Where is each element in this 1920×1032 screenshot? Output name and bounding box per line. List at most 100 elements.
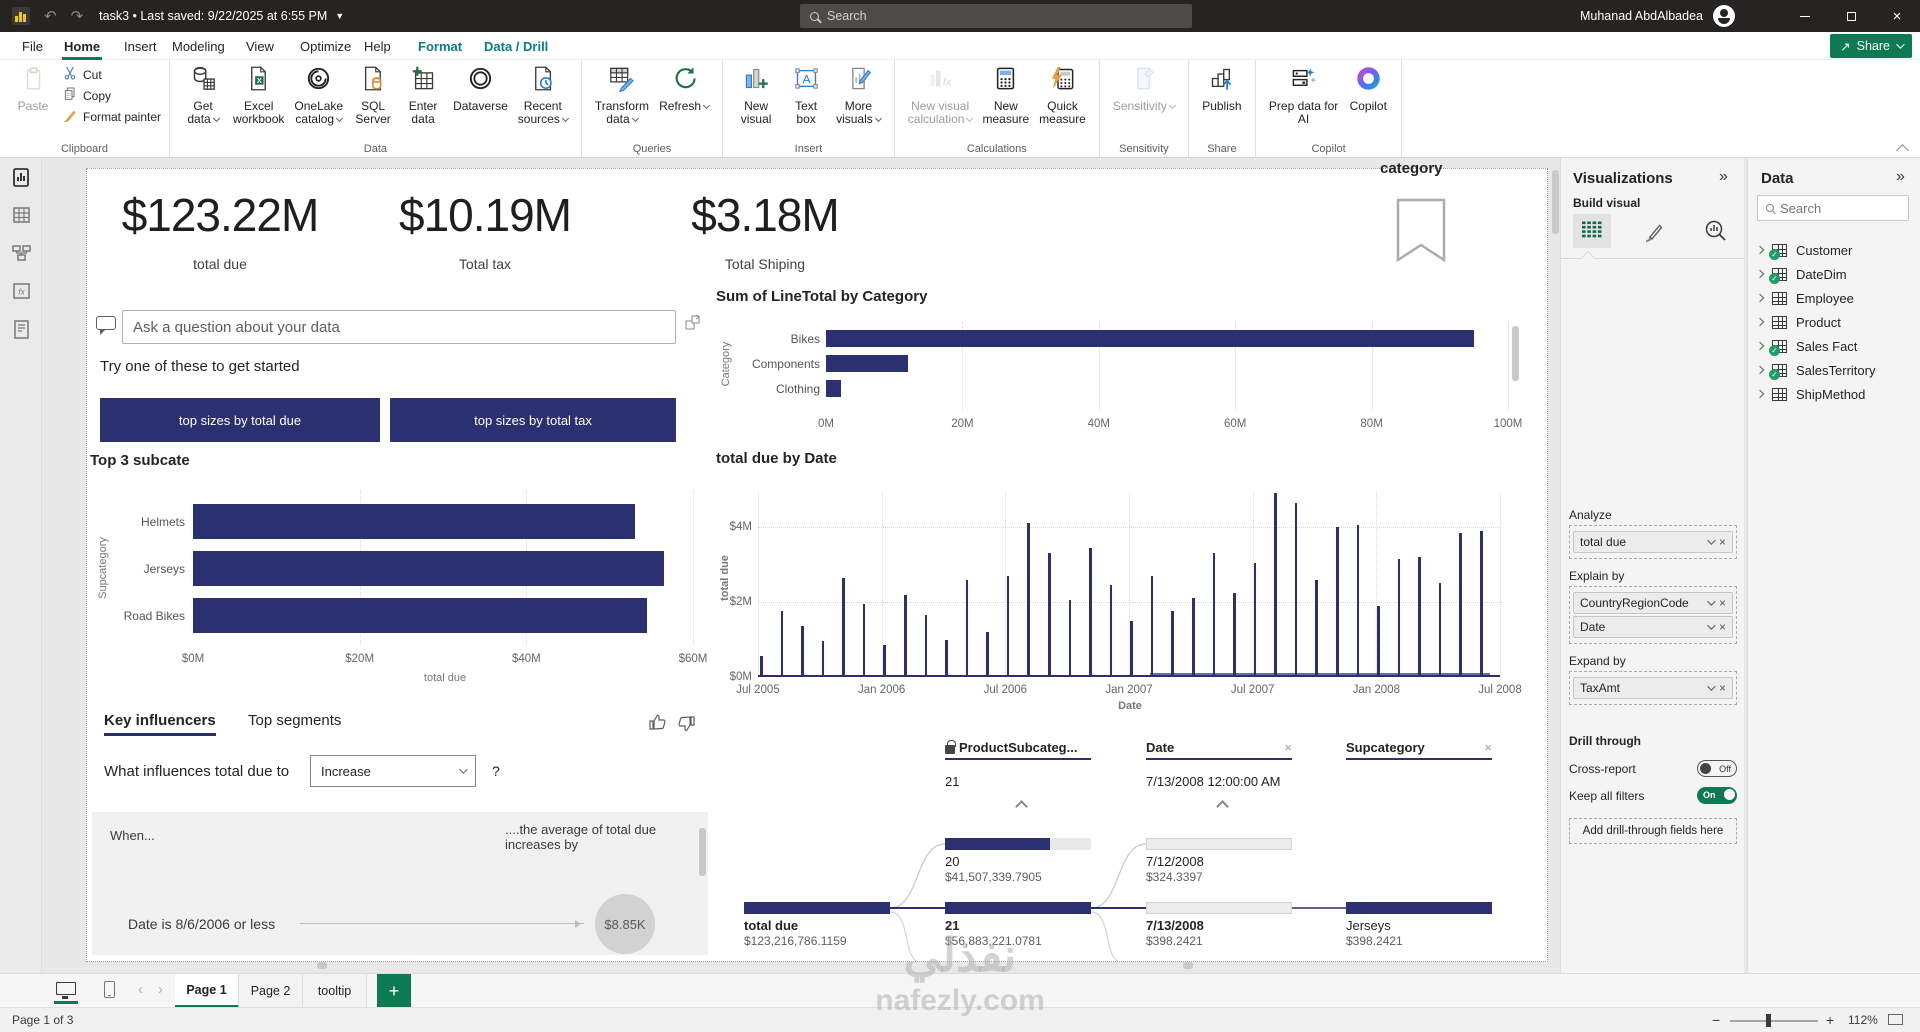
more-visuals-button[interactable]: More visuals [832,64,885,128]
spike[interactable] [1315,579,1318,677]
ribbon-tab-file[interactable]: File [20,32,45,60]
ki-influence-bubble[interactable]: $8.85K [595,894,655,954]
spike[interactable] [1006,575,1010,677]
new-measure-button[interactable]: New measure [978,64,1033,128]
copilot-button[interactable]: Copilot [1344,64,1392,115]
ribbon-tab-format[interactable]: Format [416,32,464,60]
avatar[interactable] [1713,5,1735,27]
expand-table-icon[interactable] [1755,317,1765,327]
recent-sources-button[interactable]: Recent sources [514,64,572,128]
qna-suggestion-button[interactable]: top sizes by total due [100,398,380,442]
data-table-product[interactable]: Product [1755,312,1841,332]
mobile-layout-icon[interactable] [104,981,115,998]
dataverse-button[interactable]: Dataverse [449,64,512,115]
bar-helmets[interactable] [193,504,635,539]
zoom-slider[interactable] [1730,1020,1818,1022]
publish-button[interactable]: Publish [1198,64,1246,115]
spike[interactable] [883,645,886,677]
zoom-slider-handle[interactable] [1766,1014,1771,1027]
field-pill-date[interactable]: Date × [1573,616,1733,638]
zoom-out-icon[interactable]: − [1712,1012,1720,1028]
ribbon-tab-insert[interactable]: Insert [122,32,159,60]
spike[interactable] [1397,558,1401,677]
sql-server-button[interactable]: SQL Server [349,64,397,128]
spike[interactable] [1418,557,1421,677]
bookmark-shape[interactable] [1396,198,1446,267]
remove-column-icon[interactable]: × [1484,740,1492,755]
spike[interactable] [1089,547,1092,677]
bar-components[interactable] [826,355,908,372]
tab-key-influencers[interactable]: Key influencers [104,712,216,736]
thumbs-down-icon[interactable] [676,714,696,739]
account[interactable]: Muhanad AbdAlbadea [1580,0,1735,32]
share-button[interactable]: ↗ Share [1830,34,1912,58]
excel-workbook-button[interactable]: X Excel workbook [229,64,288,128]
dt-node-bar[interactable] [945,838,1091,850]
field-pill-taxamt[interactable]: TaxAmt × [1573,677,1733,699]
spike[interactable] [1130,620,1133,677]
spike[interactable] [1233,592,1236,677]
dt-node-bar[interactable] [1346,902,1492,914]
pill-dropdown-icon[interactable] [1707,682,1716,691]
prev-page-icon[interactable]: ‹ [138,981,143,998]
data-table-datedim[interactable]: ✓ DateDim [1755,264,1847,284]
transform-data-button[interactable]: Transform data [591,64,653,128]
data-search[interactable] [1757,195,1909,221]
spike[interactable] [1109,585,1113,677]
ribbon-tab-data-drill[interactable]: Data / Drill [482,32,550,60]
dt-node-label[interactable]: Jerseys [1346,918,1391,933]
dt-node-bar[interactable] [945,902,1091,914]
data-table-salesterritory[interactable]: ✓ SalesTerritory [1755,360,1875,380]
spike[interactable] [1356,525,1360,677]
copy-button[interactable]: Copy [62,85,161,106]
dt-node-label[interactable]: 20 [945,854,959,869]
ki-scrollbar[interactable] [699,828,706,876]
spike[interactable] [1171,611,1174,677]
expand-table-icon[interactable] [1755,365,1765,375]
data-table-customer[interactable]: ✓ Customer [1755,240,1852,260]
mode-analytics[interactable] [1697,214,1735,248]
pill-dropdown-icon[interactable] [1707,597,1716,606]
page-tab-page-1[interactable]: Page 1 [175,974,239,1008]
spike[interactable] [1377,605,1380,677]
thumbs-up-icon[interactable] [648,712,668,737]
fit-to-page-icon[interactable] [1888,1014,1903,1025]
redo-icon[interactable]: ↷ [71,7,84,25]
desktop-layout-icon[interactable] [56,982,76,999]
well-explain-by[interactable]: CountryRegionCode × Date × [1569,586,1737,644]
expand-table-icon[interactable] [1755,389,1765,399]
spike[interactable] [1150,575,1154,677]
ribbon-tab-optimize[interactable]: Optimize [298,32,353,60]
bar-jerseys[interactable] [193,551,664,586]
prep-data-for-ai-button[interactable]: Prep data for AI [1265,64,1342,128]
dt-node-label[interactable]: 21 [945,918,959,933]
data-table-sales-fact[interactable]: ✓ Sales Fact [1755,336,1857,356]
cross-report-toggle[interactable]: Off [1697,760,1737,777]
qna-question-box[interactable] [122,310,676,344]
spike[interactable] [1274,493,1277,677]
bar-road-bikes[interactable] [193,598,648,633]
rail-report-view[interactable] [0,158,42,196]
page-tab-tooltip[interactable]: tooltip [303,974,367,1008]
spike[interactable] [780,611,784,677]
pill-remove-icon[interactable]: × [1719,535,1726,549]
dt-node-label[interactable]: 7/12/2008 [1146,854,1204,869]
dt-node-bar[interactable] [744,902,890,914]
expand-table-icon[interactable] [1755,269,1765,279]
format-painter-button[interactable]: Format painter [62,106,161,127]
tab-top-segments[interactable]: Top segments [248,712,341,729]
qna-convert-icon[interactable] [684,314,702,337]
spike[interactable] [1253,562,1257,677]
spike[interactable] [1068,600,1072,677]
well-expand-by[interactable]: TaxAmt × [1569,671,1737,705]
chart-scrollbar[interactable] [1512,326,1519,381]
pill-remove-icon[interactable]: × [1719,596,1726,610]
mode-format-visual[interactable] [1635,214,1673,248]
well-analyze[interactable]: total due × [1569,525,1737,559]
mode-build-visual[interactable] [1573,214,1611,248]
spike[interactable] [965,579,969,677]
ribbon-tab-modeling[interactable]: Modeling [170,32,227,60]
field-pill-countryregioncode[interactable]: CountryRegionCode × [1573,592,1733,614]
page-resize-handle[interactable] [317,962,327,969]
ribbon-tab-home[interactable]: Home [62,32,103,60]
